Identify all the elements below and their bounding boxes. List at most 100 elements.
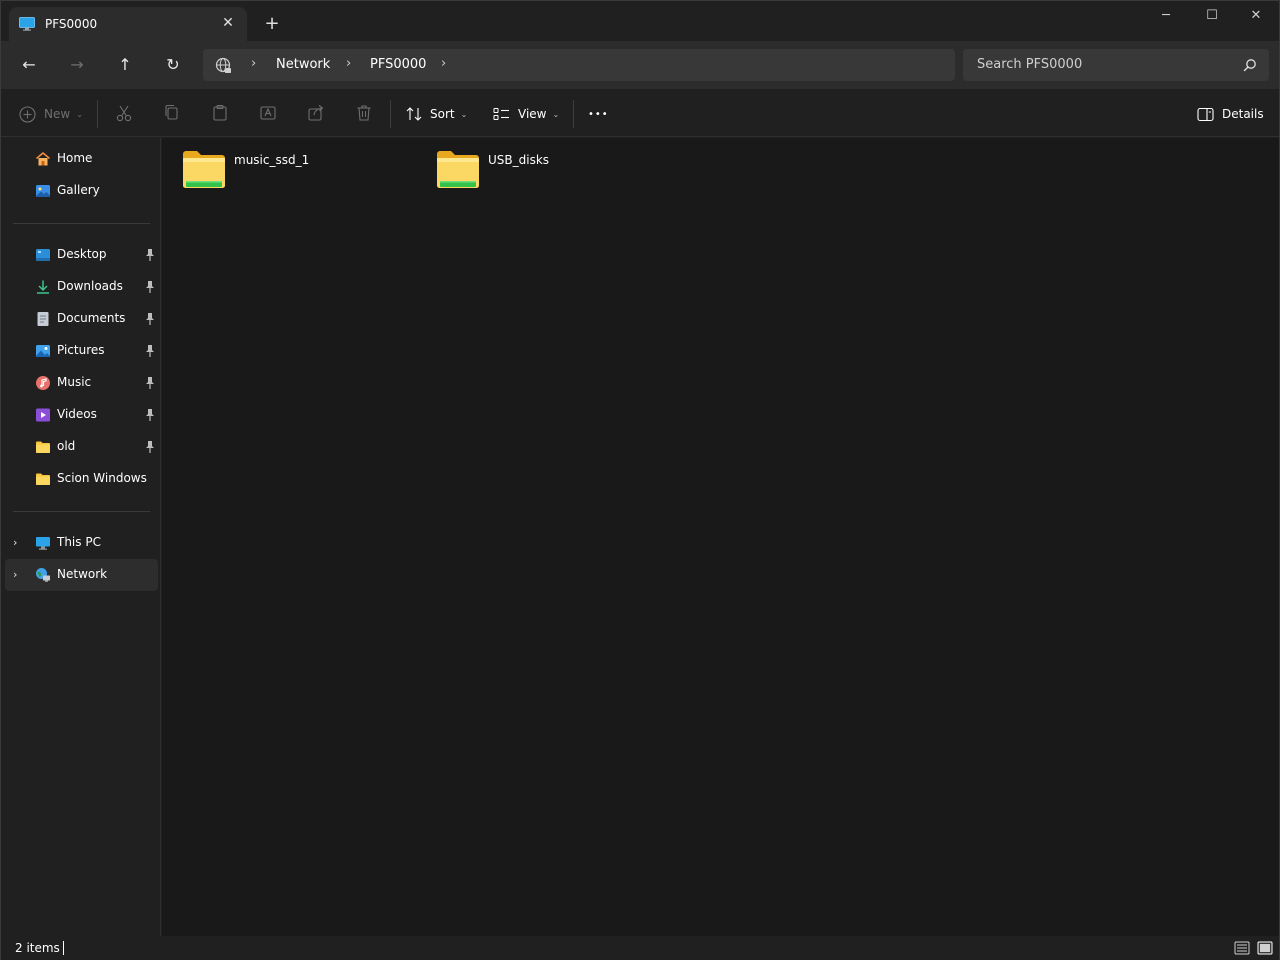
- navigation-pane: Home Gallery Desktop Downloads Documents…: [1, 138, 161, 936]
- minimize-button[interactable]: ─: [1143, 1, 1189, 33]
- details-pane-icon: [1197, 107, 1214, 121]
- sidebar-divider: [13, 223, 150, 224]
- sidebar-item-label: Network: [57, 567, 108, 581]
- breadcrumb-pfs0000[interactable]: PFS0000: [370, 57, 426, 72]
- gallery-icon: [36, 185, 50, 197]
- sidebar-item-pictures[interactable]: Pictures: [5, 335, 158, 367]
- sidebar-item-desktop[interactable]: Desktop: [5, 239, 158, 271]
- chevron-down-icon: ⌄: [76, 109, 83, 119]
- sidebar-item-this-pc[interactable]: › This PC: [5, 527, 158, 559]
- music-icon: [36, 376, 50, 390]
- pin-icon[interactable]: [144, 248, 156, 262]
- pin-icon[interactable]: [144, 312, 156, 326]
- pin-icon[interactable]: [144, 344, 156, 358]
- view-button-label: View: [518, 107, 547, 121]
- sort-icon: [406, 107, 422, 121]
- expand-chevron-icon[interactable]: ›: [13, 568, 23, 582]
- delete-icon[interactable]: [354, 103, 374, 123]
- expand-chevron-icon[interactable]: ›: [13, 536, 23, 550]
- toolbar-separator: [97, 100, 98, 128]
- item-name: USB_disks: [488, 153, 550, 167]
- sidebar-item-music[interactable]: Music: [5, 367, 158, 399]
- command-bar: New ⌄ Sort ⌄ View ⌄ ••• Details: [1, 90, 1279, 137]
- this-pc-icon: [36, 537, 50, 550]
- sidebar-item-gallery[interactable]: Gallery: [5, 175, 158, 207]
- sidebar-item-label: Scion Windows: [57, 471, 147, 485]
- sidebar-item-label: Documents: [57, 311, 126, 325]
- close-window-button[interactable]: ✕: [1233, 1, 1279, 33]
- refresh-button[interactable]: ↻: [161, 53, 185, 77]
- status-separator: [63, 941, 64, 955]
- network-share-folder-icon: [183, 151, 225, 188]
- paste-icon[interactable]: [210, 103, 230, 123]
- search-icon: [1243, 59, 1256, 72]
- breadcrumb-network[interactable]: Network: [276, 57, 330, 72]
- view-button[interactable]: View ⌄: [493, 102, 559, 126]
- more-options-icon: •••: [588, 108, 609, 120]
- details-pane-button[interactable]: Details: [1197, 102, 1264, 126]
- sidebar-item-home[interactable]: Home: [5, 143, 158, 175]
- share-icon[interactable]: [306, 103, 326, 123]
- close-tab-icon[interactable]: ✕: [219, 14, 237, 32]
- list-item-music-ssd-1[interactable]: music_ssd_1: [182, 150, 422, 192]
- new-tab-button[interactable]: +: [263, 15, 281, 33]
- chevron-down-icon: ⌄: [552, 109, 560, 119]
- network-computer-icon: [19, 17, 35, 31]
- sidebar-item-network[interactable]: › Network: [5, 559, 158, 591]
- new-button[interactable]: New ⌄: [19, 102, 83, 126]
- sidebar-item-documents[interactable]: Documents: [5, 303, 158, 335]
- breadcrumb-chevron-icon[interactable]: ›: [251, 56, 256, 71]
- search-input[interactable]: Search PFS0000: [963, 49, 1269, 81]
- sidebar-item-label: Desktop: [57, 247, 107, 261]
- view-icon: [493, 108, 509, 120]
- sort-button-label: Sort: [430, 107, 455, 121]
- pictures-icon: [36, 345, 50, 357]
- file-explorer-window: PFS0000 ✕ + ─ ☐ ✕ ← → ↑ ↻ › Network › PF…: [0, 0, 1280, 960]
- sidebar-item-downloads[interactable]: Downloads: [5, 271, 158, 303]
- sidebar-item-scion-windows[interactable]: Scion Windows: [5, 463, 158, 495]
- address-bar[interactable]: › Network › PFS0000 ›: [203, 49, 955, 81]
- add-circle-icon: [19, 105, 36, 123]
- toolbar-separator: [573, 100, 574, 128]
- home-icon: [35, 152, 51, 166]
- chevron-down-icon: ⌄: [460, 109, 468, 119]
- sidebar-item-label: Music: [57, 375, 92, 389]
- forward-button[interactable]: →: [65, 53, 89, 77]
- folder-icon: [36, 473, 50, 485]
- sidebar-item-videos[interactable]: Videos: [5, 399, 158, 431]
- sidebar-item-label: Gallery: [57, 183, 100, 197]
- item-name: music_ssd_1: [234, 153, 310, 167]
- sidebar-item-label: old: [57, 439, 76, 453]
- details-view-icon[interactable]: [1234, 940, 1250, 956]
- documents-icon: [37, 312, 49, 326]
- search-placeholder: Search PFS0000: [977, 57, 1083, 72]
- pin-icon[interactable]: [144, 376, 156, 390]
- sort-button[interactable]: Sort ⌄: [406, 102, 467, 126]
- cut-icon[interactable]: [114, 103, 134, 123]
- breadcrumb-chevron-icon[interactable]: ›: [346, 56, 351, 71]
- tab-title: PFS0000: [45, 17, 98, 31]
- rename-icon[interactable]: [258, 103, 278, 123]
- new-button-label: New: [44, 107, 71, 121]
- toolbar-separator: [390, 100, 391, 128]
- up-button[interactable]: ↑: [113, 53, 137, 77]
- folder-icon: [36, 441, 50, 453]
- tab-pfs0000[interactable]: PFS0000 ✕: [9, 7, 247, 41]
- copy-icon[interactable]: [162, 103, 182, 123]
- list-item-usb-disks[interactable]: USB_disks: [436, 150, 676, 192]
- status-bar: 2 items: [1, 936, 1279, 960]
- more-options-button[interactable]: •••: [588, 102, 609, 126]
- sidebar-item-label: Home: [57, 151, 93, 165]
- breadcrumb-chevron-icon[interactable]: ›: [441, 56, 446, 71]
- maximize-button[interactable]: ☐: [1189, 1, 1235, 33]
- file-list-pane[interactable]: music_ssd_1 USB_disks: [162, 138, 1279, 936]
- pin-icon[interactable]: [144, 408, 156, 422]
- videos-icon: [36, 408, 50, 422]
- pin-icon[interactable]: [144, 440, 156, 454]
- sidebar-item-old[interactable]: old: [5, 431, 158, 463]
- network-share-folder-icon: [437, 151, 479, 188]
- pin-icon[interactable]: [144, 280, 156, 294]
- tiles-view-icon[interactable]: [1257, 940, 1273, 956]
- back-button[interactable]: ←: [17, 53, 41, 77]
- sidebar-item-label: Downloads: [57, 279, 123, 293]
